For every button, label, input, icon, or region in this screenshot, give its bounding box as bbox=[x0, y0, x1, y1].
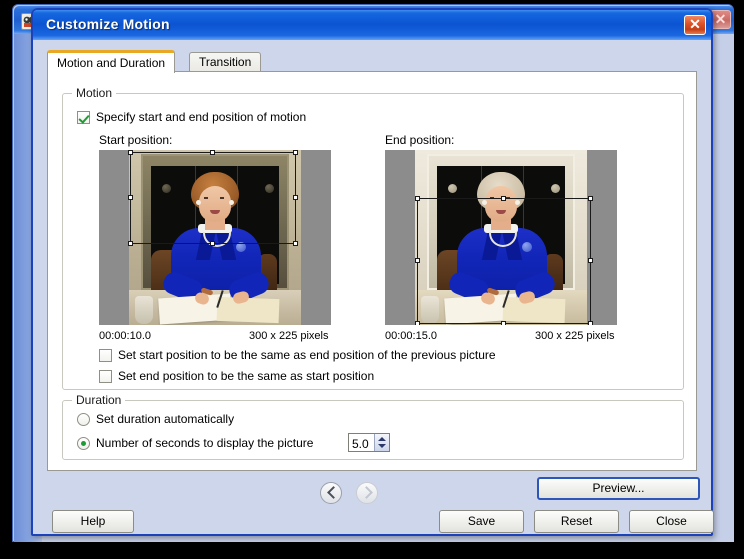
handle-e[interactable] bbox=[293, 195, 298, 200]
end-same-as-start-checkbox-row[interactable]: Set end position to be the same as start… bbox=[99, 369, 374, 383]
end-same-as-start-checkbox[interactable] bbox=[99, 369, 112, 383]
handle-sw[interactable] bbox=[128, 241, 133, 246]
end-same-as-start-label: Set end position to be the same as start… bbox=[118, 369, 375, 383]
auto-duration-radio[interactable] bbox=[77, 412, 90, 426]
reset-button[interactable]: Reset bbox=[534, 510, 619, 533]
seconds-duration-radio-row[interactable]: Number of seconds to display the picture bbox=[77, 436, 313, 450]
start-position-preview[interactable] bbox=[99, 150, 331, 325]
tabstrip: Motion and Duration Transition bbox=[47, 50, 697, 73]
seconds-duration-radio[interactable] bbox=[77, 436, 90, 450]
end-position-label: End position: bbox=[385, 133, 455, 147]
auto-duration-label: Set duration automatically bbox=[96, 412, 235, 426]
spinner-down-icon[interactable] bbox=[378, 444, 386, 448]
handle-ne[interactable] bbox=[588, 196, 593, 201]
seconds-duration-label: Number of seconds to display the picture bbox=[96, 436, 314, 450]
end-position-time: 00:00:15.0 bbox=[385, 330, 437, 342]
chevron-right-icon bbox=[360, 486, 373, 499]
seconds-spinner[interactable] bbox=[348, 433, 390, 453]
chevron-left-icon bbox=[327, 486, 340, 499]
dialog-title: Customize Motion bbox=[46, 16, 170, 32]
background-window-close-button[interactable]: ✕ bbox=[710, 10, 731, 29]
start-same-as-previous-label: Set start position to be the same as end… bbox=[118, 348, 496, 362]
specify-positions-checkbox-row[interactable]: Specify start and end position of motion bbox=[77, 110, 306, 124]
start-position-label: Start position: bbox=[99, 133, 173, 147]
duration-group: Duration Set duration automatically Numb… bbox=[62, 393, 684, 460]
save-button[interactable]: Save bbox=[439, 510, 524, 533]
next-picture-button[interactable] bbox=[356, 482, 378, 504]
handle-se[interactable] bbox=[588, 321, 593, 325]
handle-nw[interactable] bbox=[415, 196, 420, 201]
handle-nw[interactable] bbox=[128, 150, 133, 155]
end-position-selection-rect[interactable] bbox=[415, 196, 593, 325]
tab-transition[interactable]: Transition bbox=[189, 52, 262, 71]
tab-motion-and-duration[interactable]: Motion and Duration bbox=[47, 50, 176, 73]
start-position-time: 00:00:10.0 bbox=[99, 330, 151, 342]
specify-positions-label: Specify start and end position of motion bbox=[96, 110, 307, 124]
screen: ✕ Customize Motion ✕ Motion and Duration… bbox=[0, 0, 744, 559]
preview-button[interactable]: Preview... bbox=[537, 477, 700, 500]
handle-s[interactable] bbox=[210, 241, 215, 246]
end-position-size: 300 x 225 pixels bbox=[535, 330, 615, 342]
handle-w[interactable] bbox=[128, 195, 133, 200]
start-position-size: 300 x 225 pixels bbox=[249, 330, 329, 342]
close-button[interactable]: Close bbox=[629, 510, 714, 533]
handle-sw[interactable] bbox=[415, 321, 420, 325]
duration-group-title: Duration bbox=[72, 393, 126, 407]
end-position-preview[interactable] bbox=[385, 150, 617, 325]
handle-w[interactable] bbox=[415, 258, 420, 263]
help-button[interactable]: Help bbox=[52, 510, 134, 533]
handle-n[interactable] bbox=[210, 150, 215, 155]
tab-panel-motion-and-duration: Motion Specify start and end position of… bbox=[47, 71, 697, 471]
customize-motion-dialog: Customize Motion ✕ Motion and Duration T… bbox=[31, 8, 714, 536]
handle-s[interactable] bbox=[501, 321, 506, 325]
motion-group-title: Motion bbox=[72, 86, 117, 100]
start-same-as-previous-checkbox-row[interactable]: Set start position to be the same as end… bbox=[99, 348, 496, 362]
handle-se[interactable] bbox=[293, 241, 298, 246]
handle-e[interactable] bbox=[588, 258, 593, 263]
start-same-as-previous-checkbox[interactable] bbox=[99, 348, 112, 362]
start-position-selection-rect[interactable] bbox=[128, 150, 298, 246]
motion-group: Motion Specify start and end position of… bbox=[62, 86, 684, 390]
dialog-titlebar: Customize Motion ✕ bbox=[33, 10, 711, 40]
handle-ne[interactable] bbox=[293, 150, 298, 155]
spinner-up-icon[interactable] bbox=[378, 437, 386, 441]
specify-positions-checkbox[interactable] bbox=[77, 110, 90, 124]
handle-n[interactable] bbox=[501, 196, 506, 201]
previous-picture-button[interactable] bbox=[320, 482, 342, 504]
auto-duration-radio-row[interactable]: Set duration automatically bbox=[77, 412, 234, 426]
dialog-close-button[interactable]: ✕ bbox=[684, 15, 706, 35]
seconds-spinner-buttons[interactable] bbox=[374, 434, 389, 451]
